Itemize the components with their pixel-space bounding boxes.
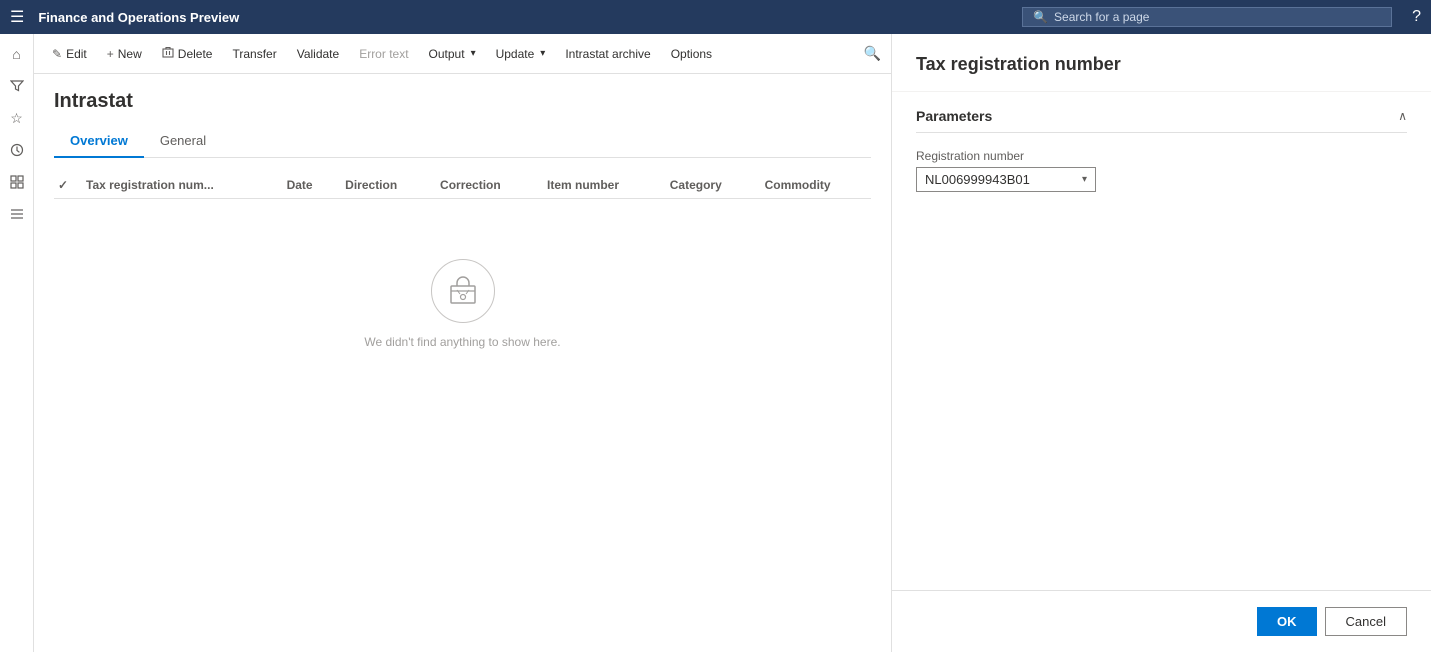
sidebar-item-modules[interactable] [3,200,31,228]
registration-number-field: Registration number NL006999943B01 ▾ [916,149,1407,192]
col-tax-reg-num[interactable]: Tax registration num... [78,172,279,199]
action-bar: ✎ Edit + New [34,34,891,74]
output-button[interactable]: Output [421,43,484,65]
delete-button[interactable]: Delete [154,42,221,65]
tab-general[interactable]: General [144,127,222,158]
top-bar: ☰ Finance and Operations Preview 🔍 ? [0,0,1431,34]
panel-parameters-section: Parameters ∧ Registration number NL00699… [892,92,1431,222]
edit-icon: ✎ [52,47,62,61]
panel-footer: OK Cancel [892,590,1431,652]
transfer-button[interactable]: Transfer [224,43,284,65]
sidebar-item-workspaces[interactable] [3,168,31,196]
panel-section-title: Parameters [916,108,992,124]
empty-state: We didn't find anything to show here. [54,199,871,389]
right-panel: Tax registration number Parameters ∧ Reg… [891,34,1431,652]
registration-number-label: Registration number [916,149,1407,163]
new-icon: + [107,47,114,61]
app-title: Finance and Operations Preview [38,10,239,25]
panel-title: Tax registration number [892,34,1431,92]
sidebar-item-filter[interactable] [3,72,31,100]
registration-number-value: NL006999943B01 [925,172,1030,187]
main-layout: ⌂ ☆ [0,34,1431,652]
col-correction[interactable]: Correction [432,172,539,199]
sidebar-item-favorites[interactable]: ☆ [3,104,31,132]
ok-button[interactable]: OK [1257,607,1317,636]
delete-icon [162,46,174,61]
sidebar-item-home[interactable]: ⌂ [3,40,31,68]
new-button[interactable]: + New [99,43,150,65]
collapse-icon[interactable]: ∧ [1398,109,1407,123]
sidebar-item-recent[interactable] [3,136,31,164]
col-commodity[interactable]: Commodity [757,172,871,199]
search-icon: 🔍 [1033,10,1048,24]
col-item-number[interactable]: Item number [539,172,662,199]
tab-overview[interactable]: Overview [54,127,144,158]
validate-button[interactable]: Validate [289,43,347,65]
col-date[interactable]: Date [279,172,338,199]
chevron-down-icon: ▾ [1082,174,1087,185]
col-check: ✓ [54,172,78,199]
help-icon[interactable]: ? [1412,8,1421,26]
search-input[interactable] [1054,10,1381,24]
update-button[interactable]: Update [488,43,554,65]
col-category[interactable]: Category [662,172,757,199]
options-button[interactable]: Options [663,43,720,65]
cancel-button[interactable]: Cancel [1325,607,1407,636]
action-bar-search-icon[interactable]: 🔍 [864,45,881,62]
data-table: ✓ Tax registration num... Date Direction… [54,172,871,389]
content-area: ✎ Edit + New [34,34,1431,652]
sidebar: ⌂ ☆ [0,34,34,652]
empty-state-message: We didn't find anything to show here. [364,335,560,349]
col-direction[interactable]: Direction [337,172,432,199]
page-body: Intrastat Overview General ✓ Tax registr… [34,74,891,652]
hamburger-icon[interactable]: ☰ [10,7,24,27]
search-bar-container: 🔍 [1022,7,1392,27]
panel-section-header: Parameters ∧ [916,108,1407,133]
empty-icon [431,259,495,323]
intrastat-archive-button[interactable]: Intrastat archive [557,43,658,65]
error-text-button[interactable]: Error text [351,43,416,65]
tabs: Overview General [54,127,871,158]
page-title: Intrastat [54,90,871,113]
registration-number-select[interactable]: NL006999943B01 ▾ [916,167,1096,192]
edit-button[interactable]: ✎ Edit [44,43,95,65]
main-page: ✎ Edit + New [34,34,891,652]
